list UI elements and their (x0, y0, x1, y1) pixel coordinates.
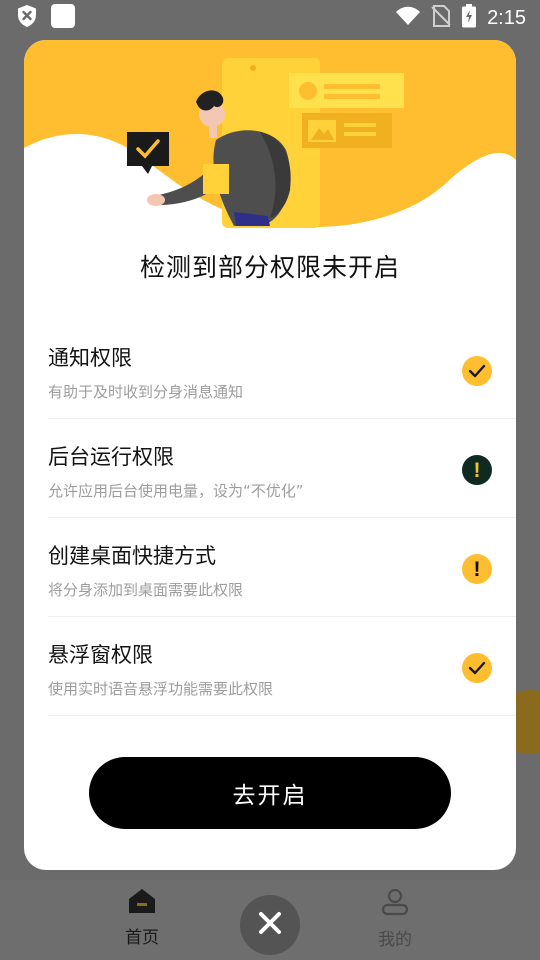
shield-x-icon (16, 4, 38, 32)
home-icon (128, 889, 156, 919)
nav-mine[interactable]: 我的 (355, 888, 435, 950)
permission-name: 后台运行权限 (48, 445, 174, 469)
close-dialog-button[interactable] (240, 895, 300, 955)
permission-row-floating-window[interactable]: 悬浮窗权限 使用实时语音悬浮功能需要此权限 (48, 617, 516, 716)
permission-desc: 允许应用后台使用电量，设为“不优化” (48, 482, 304, 500)
open-permissions-button[interactable]: 去开启 (89, 757, 451, 829)
permission-name: 通知权限 (48, 346, 132, 370)
permission-desc: 有助于及时收到分身消息通知 (48, 383, 244, 401)
permission-list: 通知权限 有助于及时收到分身消息通知 后台运行权限 允许应用后台使用电量，设为“… (24, 320, 516, 716)
header-illustration (24, 40, 516, 270)
nav-mine-label: 我的 (378, 930, 412, 950)
permission-row-background[interactable]: 后台运行权限 允许应用后台使用电量，设为“不优化” ! (48, 419, 516, 518)
wifi-icon (395, 6, 421, 30)
permission-name: 创建桌面快捷方式 (48, 544, 216, 568)
warning-icon: ! (462, 554, 492, 584)
status-time: 2:15 (487, 6, 526, 29)
check-icon (462, 356, 492, 386)
battery-charging-icon (461, 4, 477, 32)
nav-home[interactable]: 首页 (102, 888, 182, 948)
permission-row-notification[interactable]: 通知权限 有助于及时收到分身消息通知 (48, 320, 516, 419)
permission-row-shortcut[interactable]: 创建桌面快捷方式 将分身添加到桌面需要此权限 ! (48, 518, 516, 617)
nav-home-label: 首页 (125, 928, 159, 948)
dialog-title: 检测到部分权限未开启 (139, 253, 400, 282)
permission-dialog: 检测到部分权限未开启 通知权限 有助于及时收到分身消息通知 后台运行权限 允许应… (24, 40, 516, 870)
square-app-icon (50, 3, 76, 33)
no-sim-icon (431, 5, 451, 31)
permission-name: 悬浮窗权限 (48, 643, 153, 667)
permission-desc: 将分身添加到桌面需要此权限 (48, 581, 244, 599)
close-icon (257, 910, 283, 940)
permission-desc: 使用实时语音悬浮功能需要此权限 (48, 680, 274, 698)
check-icon (462, 653, 492, 683)
status-bar: 2:15 (0, 0, 540, 36)
warning-icon: ! (462, 455, 492, 485)
user-icon (381, 888, 409, 921)
